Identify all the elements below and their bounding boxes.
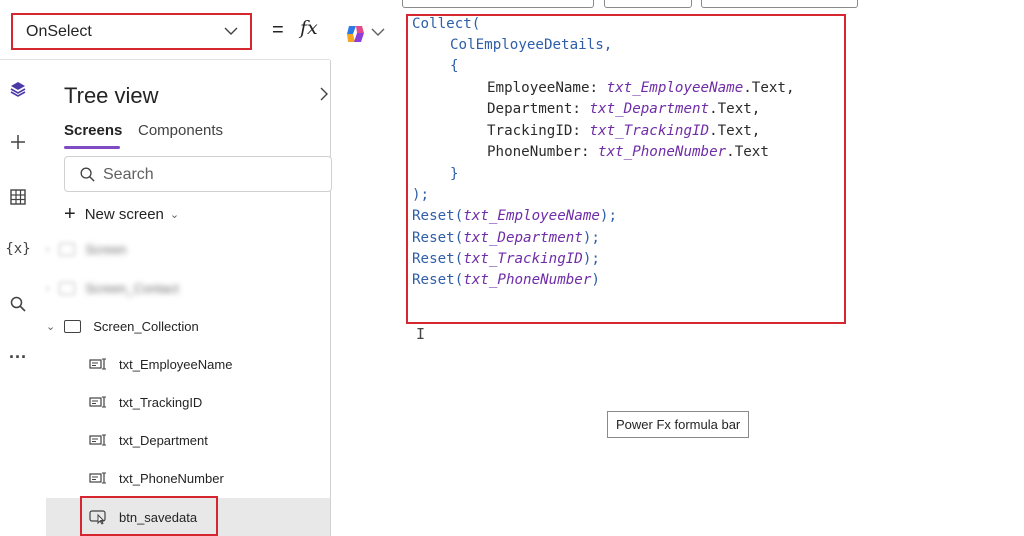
layers-icon[interactable] bbox=[6, 77, 30, 101]
text-input-icon bbox=[89, 358, 106, 370]
code-token: PhoneNumber: bbox=[487, 144, 599, 160]
code-token: txt_TrackingID bbox=[463, 251, 583, 267]
code-line: ); bbox=[412, 185, 429, 206]
text-input-icon bbox=[89, 434, 106, 446]
panel-title: Tree view bbox=[64, 83, 159, 108]
chevron-down-icon[interactable] bbox=[371, 27, 385, 37]
code-token: .Text, bbox=[709, 123, 761, 139]
chevron-down-icon bbox=[224, 27, 238, 35]
code-line: Reset(txt_TrackingID); bbox=[412, 249, 600, 270]
code-token: txt_PhoneNumber bbox=[463, 272, 592, 288]
equals-sign: = bbox=[272, 19, 284, 41]
tree-item-screen-collection[interactable]: ⌄ Screen_Collection bbox=[46, 307, 330, 345]
tree-item-label: txt_TrackingID bbox=[119, 394, 203, 410]
code-token: Reset( bbox=[412, 208, 464, 224]
tree-item-control[interactable]: txt_Department bbox=[46, 421, 330, 459]
toolbar-button[interactable] bbox=[701, 0, 858, 8]
code-token: { bbox=[450, 58, 459, 74]
search-icon[interactable] bbox=[6, 292, 30, 316]
code-token: ); bbox=[599, 208, 618, 224]
tree-item-control[interactable]: txt_PhoneNumber bbox=[46, 459, 330, 497]
code-token: .Text, bbox=[709, 101, 761, 117]
code-token: } bbox=[450, 166, 459, 182]
tree-item-label: txt_Department bbox=[119, 432, 208, 448]
search-icon bbox=[80, 167, 95, 182]
chevron-down-icon: ⌄ bbox=[169, 208, 180, 221]
fx-icon[interactable]: fx bbox=[300, 17, 318, 39]
code-token: Reset( bbox=[412, 230, 464, 246]
expand-chevron-icon: › bbox=[46, 243, 50, 255]
code-token: Reset( bbox=[412, 272, 464, 288]
property-dropdown[interactable]: OnSelect bbox=[11, 13, 252, 50]
screen-icon bbox=[59, 242, 76, 256]
code-line: Reset(txt_EmployeeName); bbox=[412, 206, 617, 227]
code-token: ) bbox=[591, 272, 600, 288]
code-line: Collect( bbox=[412, 14, 480, 35]
code-line: PhoneNumber: txt_PhoneNumber.Text bbox=[487, 142, 769, 163]
screen-icon bbox=[59, 281, 76, 295]
tree-item-control[interactable]: txt_TrackingID bbox=[46, 383, 330, 421]
code-token: Department: bbox=[487, 101, 590, 117]
text-cursor-icon: I bbox=[416, 325, 426, 343]
tooltip: Power Fx formula bar bbox=[607, 411, 750, 438]
code-token: EmployeeName: bbox=[487, 80, 607, 96]
expand-chevron-icon: › bbox=[46, 282, 50, 294]
text-input-icon bbox=[89, 472, 106, 484]
screen-icon bbox=[64, 319, 82, 333]
tree-item-label: Screen_Collection bbox=[93, 318, 199, 334]
code-token: TrackingID: bbox=[487, 123, 590, 139]
code-token: txt_Department bbox=[463, 230, 583, 246]
code-token: Collect( bbox=[412, 16, 481, 32]
code-token: ColEmployeeDetails, bbox=[450, 37, 613, 53]
code-token: Reset( bbox=[412, 251, 464, 267]
toolbar-button[interactable] bbox=[604, 0, 692, 8]
code-token: ); bbox=[412, 187, 430, 203]
code-line: ColEmployeeDetails, bbox=[450, 35, 612, 56]
new-screen-label: New screen bbox=[84, 205, 164, 223]
tree-item-screen[interactable]: › Screen_Contact bbox=[46, 269, 330, 307]
toolbar-button[interactable] bbox=[402, 0, 594, 8]
text-input-icon bbox=[89, 396, 106, 408]
code-token: txt_EmployeeName bbox=[606, 80, 744, 96]
property-dropdown-value: OnSelect bbox=[26, 22, 92, 40]
chevron-right-icon[interactable] bbox=[319, 87, 329, 101]
code-line: { bbox=[450, 56, 459, 77]
tree-item-label: Screen_Contact bbox=[85, 280, 179, 296]
tab-screens[interactable]: Screens bbox=[64, 122, 122, 139]
tab-components[interactable]: Components bbox=[138, 122, 223, 139]
code-token: txt_TrackingID bbox=[589, 123, 710, 139]
plus-icon: + bbox=[64, 203, 76, 225]
active-tab-indicator bbox=[64, 146, 120, 149]
code-token: .Text bbox=[726, 144, 769, 160]
code-line: } bbox=[450, 164, 459, 185]
code-line: Department: txt_Department.Text, bbox=[487, 99, 760, 120]
search-placeholder: Search bbox=[103, 166, 154, 183]
code-line: EmployeeName: txt_EmployeeName.Text, bbox=[487, 78, 795, 99]
search-input[interactable]: Search bbox=[64, 156, 332, 192]
table-icon[interactable] bbox=[6, 185, 30, 209]
variables-icon[interactable]: {x} bbox=[5, 237, 30, 261]
tree-view-panel: Tree view Screens Components Search + Ne… bbox=[46, 60, 332, 536]
plus-icon[interactable] bbox=[6, 130, 30, 154]
tree-item-label: txt_PhoneNumber bbox=[119, 470, 224, 486]
highlight-box bbox=[80, 496, 218, 536]
new-screen-button[interactable]: + New screen ⌄ bbox=[64, 204, 179, 224]
code-line: TrackingID: txt_TrackingID.Text, bbox=[487, 121, 760, 142]
expand-chevron-icon: ⌄ bbox=[46, 320, 56, 333]
code-line: Reset(txt_PhoneNumber) bbox=[412, 270, 600, 291]
tree-item-control[interactable]: txt_EmployeeName bbox=[46, 345, 330, 383]
code-token: ); bbox=[582, 230, 600, 246]
tree-item-screen[interactable]: › Screen bbox=[46, 230, 330, 268]
code-token: .Text, bbox=[743, 80, 795, 96]
code-line: Reset(txt_Department); bbox=[412, 228, 600, 249]
left-rail: {x} ... bbox=[0, 60, 46, 536]
copilot-icon[interactable] bbox=[344, 24, 366, 44]
code-token: txt_EmployeeName bbox=[463, 208, 600, 224]
more-icon[interactable]: ... bbox=[6, 340, 30, 364]
tree-item-label: txt_EmployeeName bbox=[119, 356, 233, 372]
code-token: txt_Department bbox=[589, 101, 710, 117]
code-token: ); bbox=[582, 251, 600, 267]
tree-item-label: Screen bbox=[85, 241, 127, 257]
code-token: txt_PhoneNumber bbox=[598, 144, 727, 160]
